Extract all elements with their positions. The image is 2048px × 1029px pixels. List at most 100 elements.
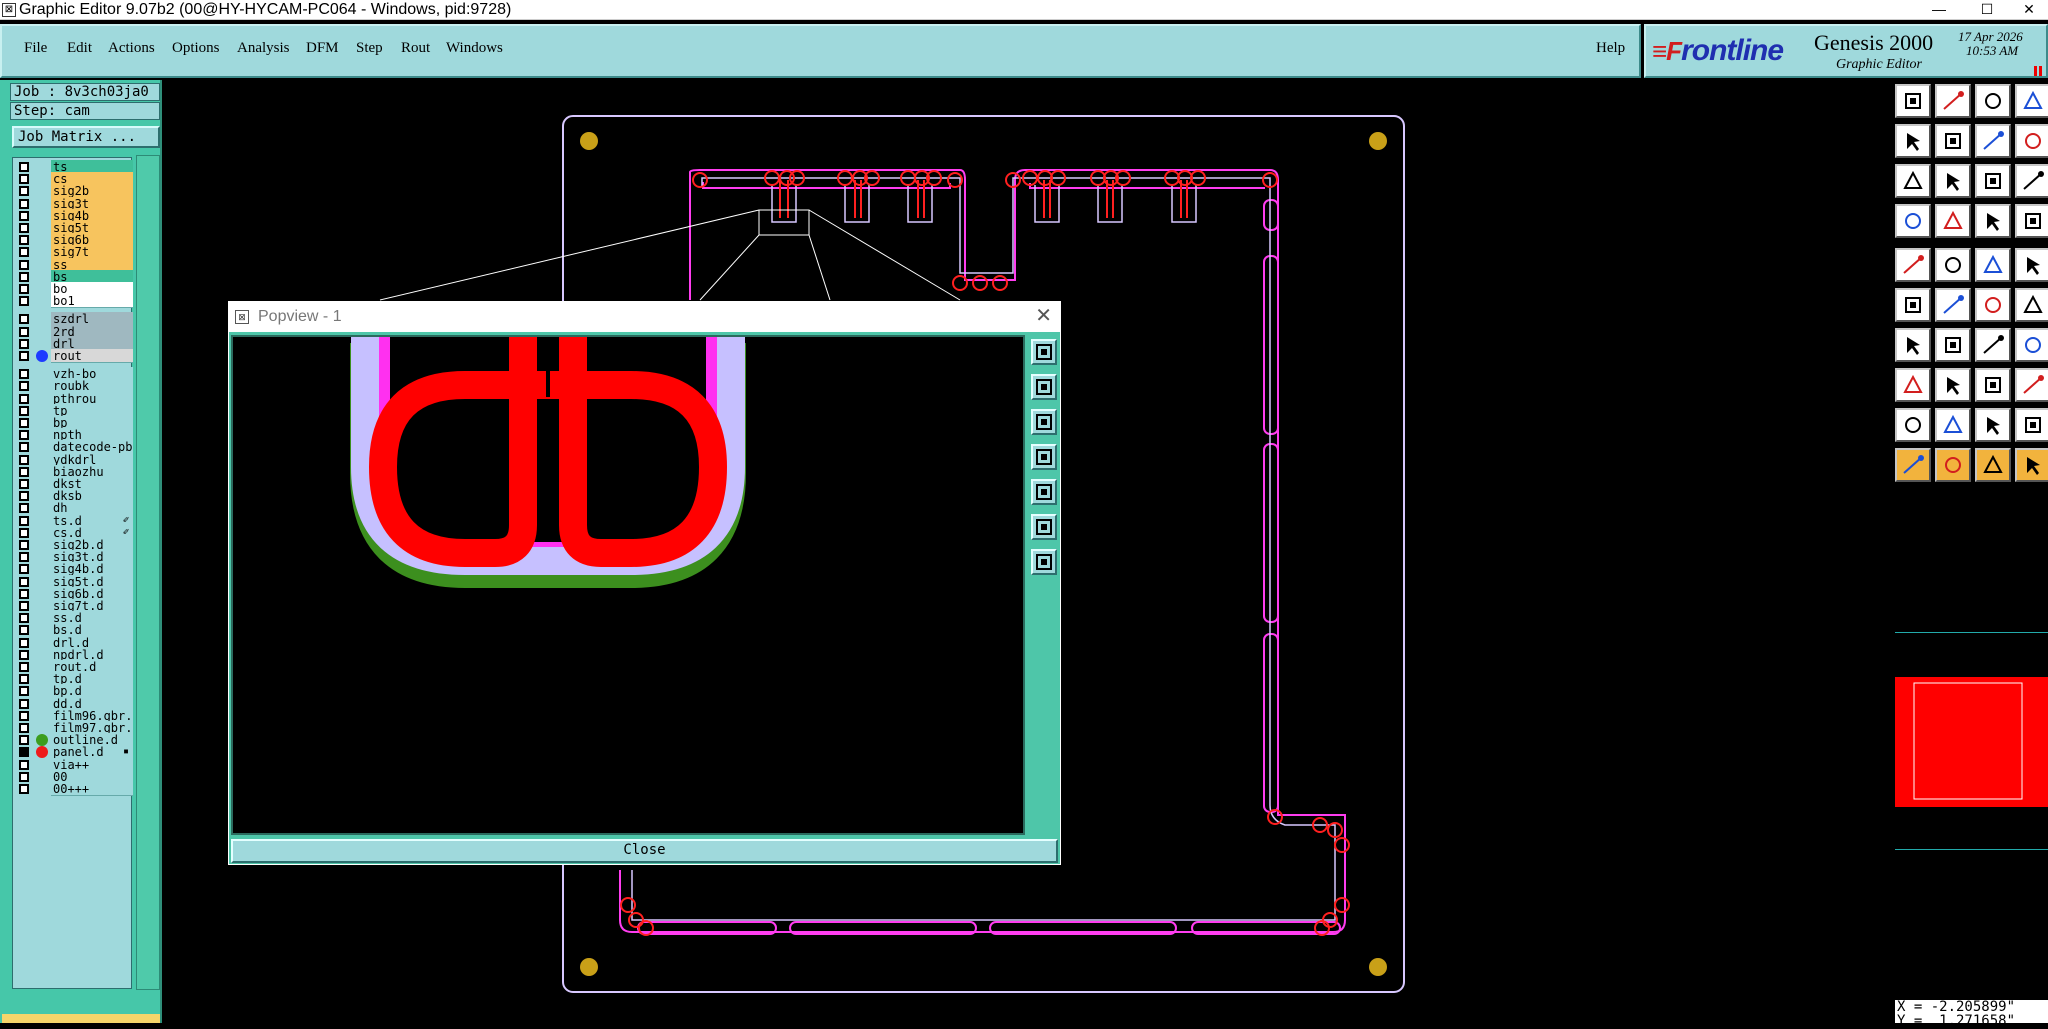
layer-checkbox[interactable]	[19, 759, 29, 770]
triangle-icon[interactable]	[1975, 408, 2011, 442]
layer-checkbox[interactable]	[19, 466, 29, 477]
popview-canvas[interactable]	[231, 335, 1025, 835]
layer-checkbox[interactable]	[19, 527, 29, 538]
layer-checkbox[interactable]	[19, 314, 29, 325]
layer-checkbox[interactable]	[19, 784, 29, 794]
feature-icon[interactable]	[1895, 248, 1931, 282]
layer-checkbox[interactable]	[19, 479, 29, 489]
layer-checkbox[interactable]	[19, 625, 29, 636]
layer-checkbox[interactable]	[19, 564, 29, 575]
menu-dfm[interactable]: DFM	[306, 40, 339, 57]
layer-checkbox[interactable]	[19, 601, 29, 611]
layer-checkbox[interactable]	[19, 686, 29, 697]
triangle3-icon[interactable]	[1895, 448, 1931, 482]
measure-icon[interactable]	[1975, 164, 2011, 198]
layer-name[interactable]: bo1	[51, 294, 133, 309]
curve-icon[interactable]	[2015, 328, 2048, 362]
popview-pan-right-icon[interactable]	[1031, 479, 1057, 505]
layer-checkbox[interactable]	[19, 271, 29, 282]
layer-checkbox[interactable]	[19, 540, 29, 550]
layer-checkbox[interactable]	[19, 588, 29, 599]
layer-checkbox[interactable]	[19, 223, 29, 233]
menu-file[interactable]: File	[24, 40, 47, 57]
popview-zoom-area-icon[interactable]	[1031, 514, 1057, 540]
line-icon[interactable]	[1935, 248, 1971, 282]
menu-rout[interactable]: Rout	[401, 40, 430, 57]
layer-checkbox[interactable]	[19, 174, 29, 185]
text-icon[interactable]	[1935, 368, 1971, 402]
fit-right-icon[interactable]	[1975, 124, 2011, 158]
fit-center-icon[interactable]	[2015, 124, 2048, 158]
layer-row[interactable]: 00+++	[15, 782, 133, 796]
add-icon[interactable]	[1895, 328, 1931, 362]
pan-left-icon[interactable]	[2015, 84, 2048, 118]
menu-step[interactable]: Step	[356, 40, 383, 57]
close-window-button[interactable]: ✕	[2012, 0, 2046, 19]
layer-checkbox[interactable]	[19, 637, 29, 648]
menu-windows[interactable]: Windows	[446, 40, 503, 57]
layer-checkbox[interactable]	[19, 405, 29, 416]
layer-checkbox[interactable]	[19, 698, 29, 709]
layer-name[interactable]: rout	[51, 349, 133, 363]
layer-checkbox[interactable]	[19, 662, 29, 672]
layer-list-scrollbar[interactable]	[136, 155, 160, 990]
layer-checkbox[interactable]	[19, 430, 29, 441]
route-icon[interactable]	[1975, 204, 2011, 238]
menu-edit[interactable]: Edit	[67, 40, 92, 57]
layer-checkbox[interactable]	[19, 552, 29, 563]
zoom-home-icon[interactable]	[1895, 84, 1931, 118]
fit-left-icon[interactable]	[1935, 124, 1971, 158]
layer-checkbox[interactable]	[19, 674, 29, 685]
menu-help[interactable]: Help	[1596, 40, 1625, 57]
circle-icon[interactable]	[1975, 248, 2011, 282]
popview-pan-left-icon[interactable]	[1031, 444, 1057, 470]
maximize-button[interactable]: ☐	[1970, 0, 2004, 19]
layer-checkbox[interactable]	[19, 454, 29, 465]
align-icon[interactable]	[1935, 204, 1971, 238]
menu-actions[interactable]: Actions	[108, 40, 155, 57]
layer-checkbox[interactable]	[19, 210, 29, 221]
popview-zoom-out-icon[interactable]	[1031, 409, 1057, 435]
layer-checkbox[interactable]	[19, 247, 29, 258]
layer-name[interactable]: 00+++	[51, 782, 133, 796]
pan-right-icon[interactable]	[1895, 124, 1931, 158]
layer-checkbox[interactable]	[19, 771, 29, 782]
layer-checkbox[interactable]	[19, 198, 29, 209]
polygon-icon[interactable]	[1895, 368, 1931, 402]
layer-checkbox[interactable]	[19, 515, 29, 526]
layer-checkbox[interactable]	[19, 369, 29, 380]
menu-analysis[interactable]: Analysis	[237, 40, 290, 57]
arc-icon[interactable]	[2015, 288, 2048, 322]
square-pad-icon[interactable]	[1975, 368, 2011, 402]
cross-icon[interactable]	[1935, 288, 1971, 322]
diag-line-icon[interactable]	[1935, 328, 1971, 362]
popview-close-button[interactable]: Close	[231, 839, 1058, 863]
layer-checkbox[interactable]	[19, 235, 29, 246]
select-icon[interactable]	[2015, 248, 2048, 282]
layer-checkbox[interactable]	[19, 418, 29, 428]
pointer-icon[interactable]	[2015, 448, 2048, 482]
pause-icon[interactable]	[2034, 66, 2042, 76]
dash-icon[interactable]	[2015, 368, 2048, 402]
triangle4-icon[interactable]	[1935, 448, 1971, 482]
layer-row[interactable]: rout	[15, 349, 133, 363]
popview-center-icon[interactable]	[1031, 549, 1057, 575]
help-icon[interactable]	[1935, 164, 1971, 198]
layer-checkbox[interactable]	[19, 393, 29, 404]
job-matrix-button[interactable]: Job Matrix ...	[12, 126, 160, 148]
layer-checkbox[interactable]	[19, 326, 29, 337]
triangle2-icon[interactable]	[2015, 408, 2048, 442]
layer-checkbox[interactable]	[19, 442, 29, 453]
layer-checkbox[interactable]	[19, 351, 29, 361]
layer-checkbox[interactable]	[19, 284, 29, 294]
pad-icon[interactable]	[2015, 204, 2048, 238]
snap-icon[interactable]	[2015, 164, 2048, 198]
layer-checkbox[interactable]	[19, 503, 29, 514]
menu-options[interactable]: Options	[172, 40, 220, 57]
connect-icon[interactable]	[1895, 288, 1931, 322]
center-icon[interactable]	[1895, 408, 1931, 442]
layer-checkbox[interactable]	[19, 259, 29, 270]
popview-zoom-in-icon[interactable]	[1031, 374, 1057, 400]
layer-row[interactable]: bo1	[15, 294, 133, 309]
zoom-out-icon[interactable]	[1975, 84, 2011, 118]
